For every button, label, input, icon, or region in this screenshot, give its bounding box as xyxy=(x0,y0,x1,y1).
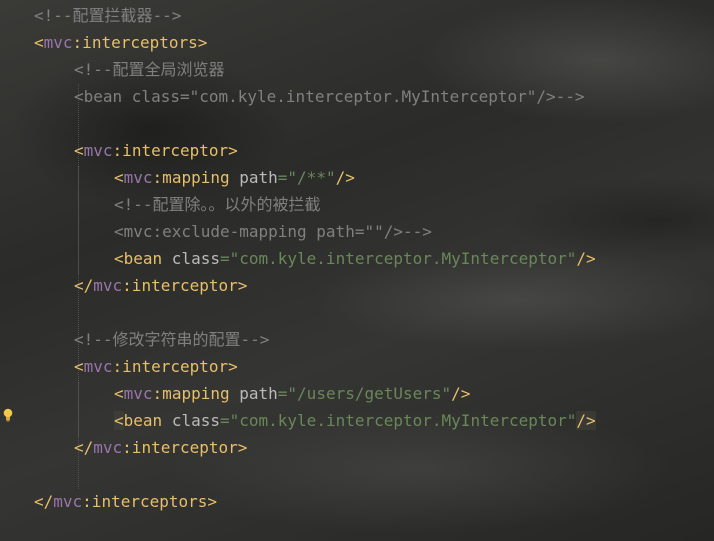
code-token: </ xyxy=(74,276,94,295)
code-token: /> xyxy=(576,411,596,430)
code-token: :mapping xyxy=(152,168,240,187)
code-token: /> xyxy=(576,249,596,268)
code-token: < xyxy=(74,141,84,160)
code-token: ="com.kyle.interceptor.MyInterceptor" xyxy=(219,411,577,430)
code-token: <!--配置全局浏览器 xyxy=(74,60,225,79)
code-token: :interceptor> xyxy=(112,141,238,160)
lightbulb-icon[interactable] xyxy=(3,408,13,422)
code-token: mvc xyxy=(93,276,123,295)
code-token: :interceptors> xyxy=(72,33,208,52)
code-token: :interceptor> xyxy=(122,276,248,295)
code-token: < xyxy=(74,357,84,376)
code-line[interactable]: <!--配置拦截器--> xyxy=(34,2,181,29)
code-token: <bean class="com.kyle.interceptor.MyInte… xyxy=(74,87,585,106)
code-token: mvc xyxy=(123,168,153,187)
code-line[interactable]: <mvc:mapping path="/**"/> xyxy=(114,164,355,191)
code-line[interactable]: <mvc:exclude-mapping path=""/>--> xyxy=(114,218,432,245)
code-token: class xyxy=(171,249,220,268)
code-line[interactable]: <mvc:interceptor> xyxy=(74,353,238,380)
code-token: <mvc:exclude-mapping path=""/>--> xyxy=(114,222,432,241)
code-token: < xyxy=(114,384,124,403)
code-line[interactable]: <bean class="com.kyle.interceptor.MyInte… xyxy=(114,407,596,434)
code-line[interactable]: <!--配置全局浏览器 xyxy=(74,56,225,83)
code-token: </ xyxy=(74,438,94,457)
code-line[interactable]: </mvc:interceptor> xyxy=(74,272,247,299)
code-line[interactable]: <mvc:mapping path="/users/getUsers"/> xyxy=(114,380,470,407)
code-token: ="/**" xyxy=(277,168,336,187)
code-token: < xyxy=(114,411,124,430)
code-line[interactable]: <bean class="com.kyle.interceptor.MyInte… xyxy=(74,83,585,110)
code-token: <!--修改字符串的配置--> xyxy=(74,330,270,349)
code-token: mvc xyxy=(93,438,123,457)
indent-guide xyxy=(78,382,79,436)
code-token: class xyxy=(171,411,220,430)
code-token: /> xyxy=(451,384,471,403)
code-token: :interceptor> xyxy=(112,357,238,376)
code-line[interactable]: <!--配置除。。以外的被拦截 xyxy=(114,191,321,218)
code-token: :interceptor> xyxy=(122,438,248,457)
code-token: path xyxy=(239,168,278,187)
code-token: ="com.kyle.interceptor.MyInterceptor" xyxy=(219,249,577,268)
code-token: <bean xyxy=(114,249,172,268)
code-token: path xyxy=(239,384,278,403)
code-line[interactable]: <bean class="com.kyle.interceptor.MyInte… xyxy=(114,245,596,272)
code-token: <!--配置除。。以外的被拦截 xyxy=(114,195,321,214)
code-token: <!--配置拦截器--> xyxy=(34,6,182,25)
code-token: ="/users/getUsers" xyxy=(277,384,452,403)
code-line[interactable]: <mvc:interceptor> xyxy=(74,137,238,164)
code-token: :interceptors> xyxy=(82,492,218,511)
code-line[interactable]: <mvc:interceptors> xyxy=(34,29,207,56)
code-token: :mapping xyxy=(152,384,240,403)
indent-guide xyxy=(78,166,79,274)
code-line[interactable]: <!--修改字符串的配置--> xyxy=(74,326,269,353)
code-token: /> xyxy=(335,168,355,187)
code-token: mvc xyxy=(53,492,83,511)
code-token: < xyxy=(114,168,124,187)
code-token: mvc xyxy=(83,141,113,160)
code-token: < xyxy=(34,33,44,52)
code-token: </ xyxy=(34,492,54,511)
code-token: mvc xyxy=(43,33,73,52)
code-token: mvc xyxy=(123,384,153,403)
code-line[interactable]: </mvc:interceptors> xyxy=(34,488,217,515)
code-token: mvc xyxy=(83,357,113,376)
code-line[interactable]: </mvc:interceptor> xyxy=(74,434,247,461)
code-editor[interactable]: <!--配置拦截器--> <mvc:interceptors> <!--配置全局浏览… xyxy=(0,0,714,541)
code-token: bean xyxy=(123,411,172,430)
